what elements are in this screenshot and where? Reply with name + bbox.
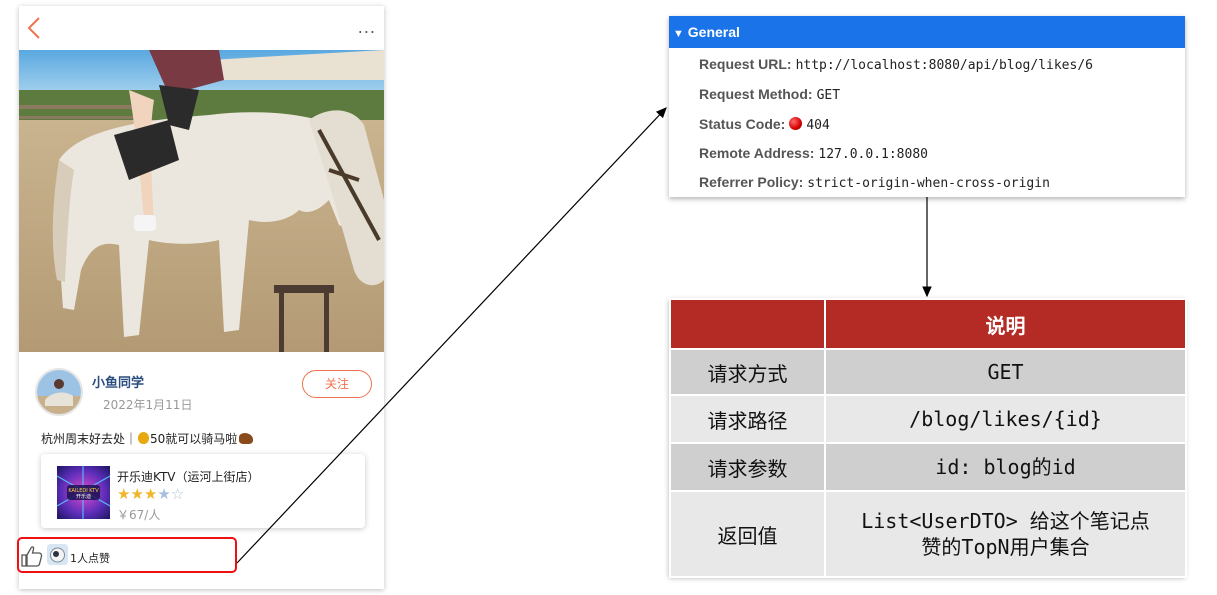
follow-button[interactable]: 关注	[302, 370, 372, 398]
collapse-triangle-icon: ▼	[673, 28, 684, 40]
post-text-part2: 50就可以骑马啦	[150, 432, 238, 446]
row-label-params: 请求参数	[669, 442, 826, 492]
referrer-policy-key: Referrer Policy:	[699, 174, 804, 190]
star-full-icon: ★	[143, 485, 158, 503]
table-row: 返回值 List<UserDTO> 给这个笔记点 赞的TopN用户集合	[669, 490, 1187, 578]
remote-address-row: Remote Address: 127.0.0.1:8080	[699, 145, 928, 162]
horse-icon	[239, 433, 254, 444]
back-arrow-icon[interactable]	[25, 16, 45, 40]
general-title: General	[687, 24, 740, 40]
row-label-return: 返回值	[669, 490, 826, 578]
general-section-header[interactable]: ▼ General	[669, 16, 1185, 48]
thumbs-up-icon[interactable]	[20, 544, 44, 568]
row-value-path: /blog/likes/{id}	[824, 394, 1187, 444]
money-bag-icon	[138, 432, 150, 444]
request-url-value: http://localhost:8080/api/blog/likes/6	[795, 58, 1093, 73]
table-row: 请求参数 id: blog的id	[669, 442, 1187, 492]
return-value-line1: List<UserDTO> 给这个笔记点	[861, 509, 1150, 533]
author-avatar[interactable]	[35, 368, 83, 416]
post-date: 2022年1月11日	[103, 398, 193, 412]
blog-detail-screen: ... 小鱼同学 2022年1月11日 关注 杭州周末好去处｜ 50就可以骑马啦…	[19, 6, 384, 589]
request-url-row: Request URL: http://localhost:8080/api/bl…	[699, 56, 1093, 73]
like-list-highlight: 1人点赞	[17, 537, 237, 573]
request-method-row: Request Method: GET	[699, 86, 840, 103]
referrer-policy-row: Referrer Policy: strict-origin-when-cross…	[699, 174, 1050, 191]
return-value-line2: 赞的TopN用户集合	[921, 535, 1090, 559]
error-status-icon	[789, 117, 803, 130]
author-name[interactable]: 小鱼同学	[92, 372, 144, 391]
post-text-part1: 杭州周末好去处｜	[41, 432, 138, 446]
remote-address-key: Remote Address:	[699, 145, 815, 161]
header-description: 说明	[824, 298, 1187, 350]
header-empty-cell	[669, 298, 826, 350]
row-value-method: GET	[824, 348, 1187, 396]
liker-avatar[interactable]	[47, 544, 68, 565]
row-label-path: 请求路径	[669, 394, 826, 444]
shop-price: ￥67/人	[117, 508, 161, 522]
top-bar: ...	[19, 6, 384, 50]
devtools-general-panel: ▼ General Request URL: http://localhost:8…	[669, 16, 1185, 197]
referrer-policy-value: strict-origin-when-cross-origin	[807, 176, 1050, 191]
star-full-icon: ★	[130, 485, 144, 503]
status-code-value: 404	[806, 118, 830, 133]
api-spec-table: 说明 请求方式 GET 请求路径 /blog/likes/{id} 请求参数 i…	[669, 298, 1187, 578]
shop-name: 开乐迪KTV（运河上街店）	[117, 470, 260, 484]
remote-address-value: 127.0.0.1:8080	[818, 147, 928, 162]
request-method-value: GET	[816, 88, 841, 103]
row-value-params: id: blog的id	[824, 442, 1187, 492]
status-code-key: Status Code:	[699, 116, 786, 132]
table-row: 请求方式 GET	[669, 348, 1187, 396]
request-method-key: Request Method:	[699, 86, 813, 102]
shop-logo: KAILEDI KTV 开乐迪	[57, 466, 110, 519]
star-half-icon: ★	[157, 485, 171, 503]
status-code-row: Status Code: 404	[699, 116, 830, 133]
shop-rating: ★★★★☆	[117, 485, 184, 503]
star-full-icon: ★	[117, 485, 131, 503]
more-menu-button[interactable]: ...	[358, 18, 376, 37]
like-count: 1人点赞	[70, 552, 110, 565]
post-content: 杭州周末好去处｜ 50就可以骑马啦	[41, 430, 254, 447]
row-value-return: List<UserDTO> 给这个笔记点 赞的TopN用户集合	[824, 490, 1187, 578]
row-label-method: 请求方式	[669, 348, 826, 396]
shop-logo-text-bottom: 开乐迪	[76, 493, 91, 500]
table-row: 请求路径 /blog/likes/{id}	[669, 394, 1187, 444]
shop-card[interactable]: KAILEDI KTV 开乐迪 开乐迪KTV（运河上街店） ★★★★☆ ￥67/…	[41, 454, 365, 528]
blog-photo	[19, 50, 384, 352]
star-empty-icon: ☆	[170, 485, 185, 503]
request-url-key: Request URL:	[699, 56, 792, 72]
author-row: 小鱼同学 2022年1月11日 关注	[19, 362, 384, 422]
